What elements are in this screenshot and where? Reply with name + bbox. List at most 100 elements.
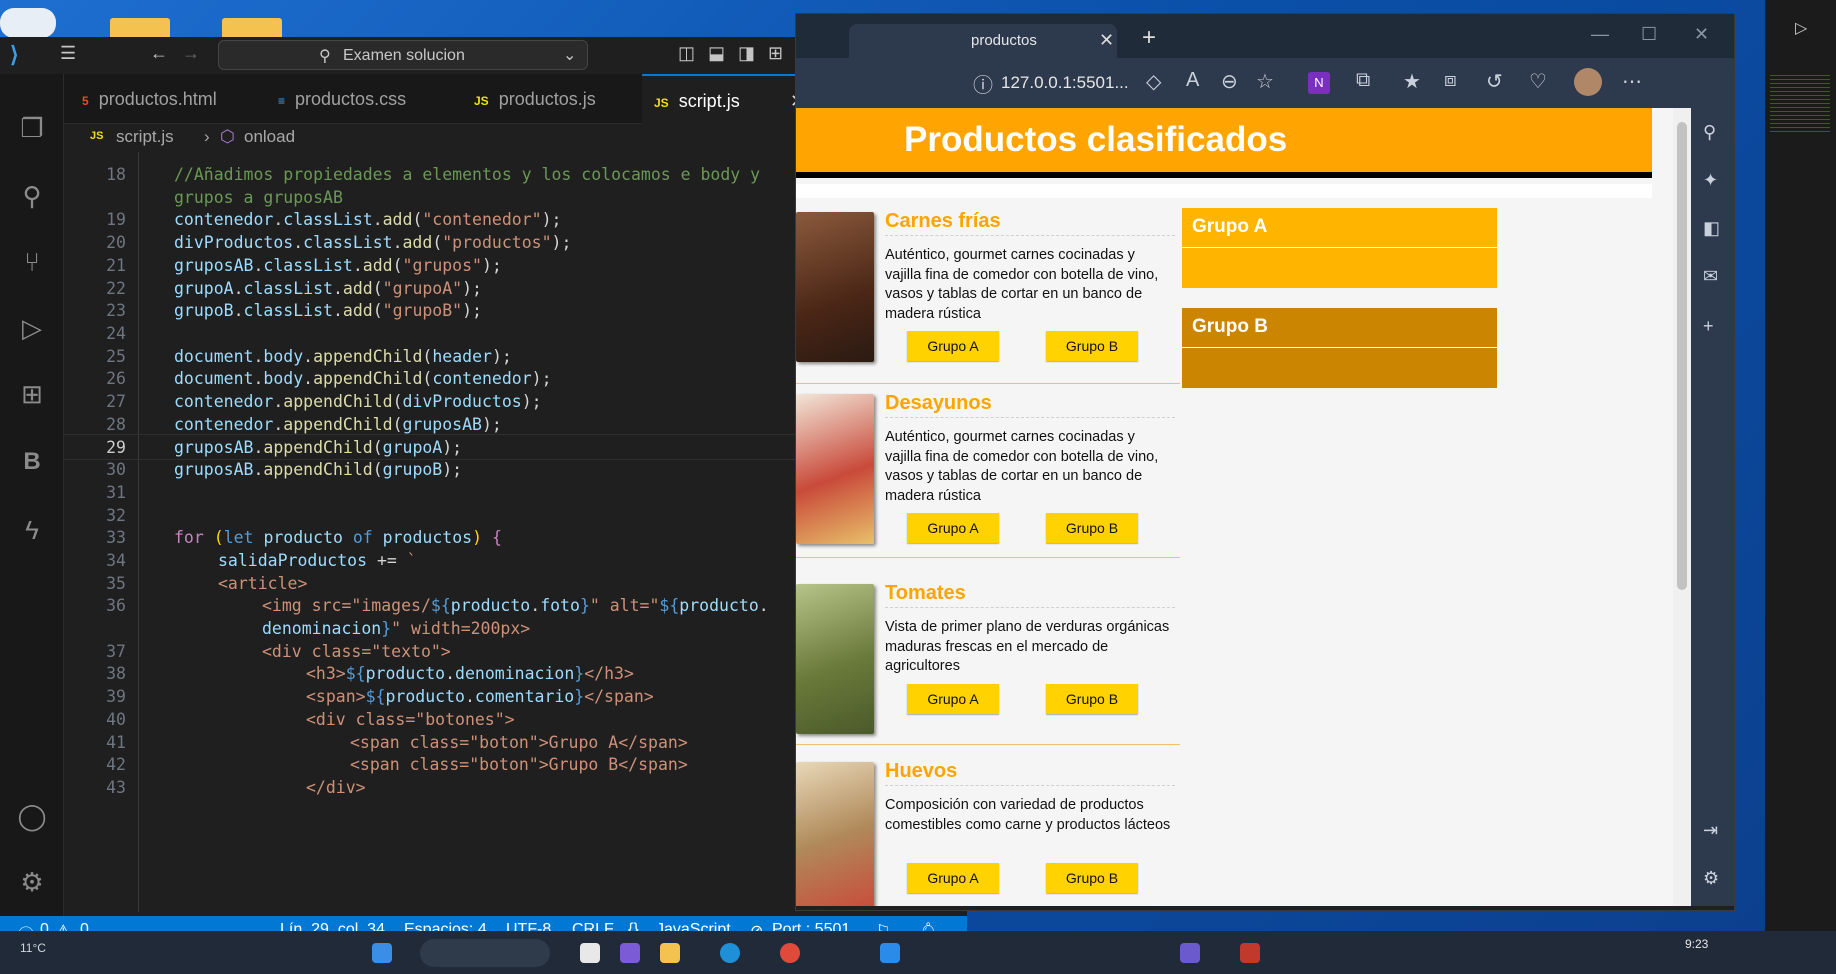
collections-icon[interactable]: ⧈ — [1444, 69, 1457, 92]
search-icon[interactable]: ⚲ — [1703, 122, 1716, 143]
outlook-icon[interactable]: ✉ — [1703, 266, 1718, 287]
copilot-icon[interactable]: ✦ — [1703, 170, 1718, 191]
office-icon[interactable]: ◧ — [1703, 218, 1720, 239]
breadcrumb-file[interactable]: script.js — [116, 127, 174, 147]
settings-gear-icon[interactable]: ⚙ — [14, 864, 50, 900]
product-description: Auténtico, gourmet carnes cocinadas y va… — [885, 247, 1159, 322]
vscode-taskbar-icon[interactable] — [880, 943, 900, 963]
search-icon[interactable]: ⚲ — [14, 178, 50, 214]
group-b-button[interactable]: Grupo B — [1046, 513, 1138, 543]
group-a-button[interactable]: Grupo A — [907, 863, 999, 893]
group-a-button[interactable]: Grupo A — [907, 684, 999, 714]
tag-icon[interactable]: ◇ — [1146, 69, 1161, 94]
scrollbar-thumb[interactable] — [1677, 122, 1687, 590]
code-token: "grupos" — [402, 255, 482, 275]
play-icon[interactable]: ▷ — [1795, 18, 1807, 37]
maximize-button[interactable]: ☐ — [1641, 24, 1657, 45]
extensions-icon[interactable]: ⧉ — [1356, 69, 1370, 92]
file-explorer-icon[interactable] — [660, 943, 680, 963]
add-sidebar-app-icon[interactable]: + — [1703, 316, 1714, 337]
app-icon[interactable] — [620, 943, 640, 963]
code-token: </span> — [584, 687, 654, 707]
code-token: grupoB — [382, 460, 443, 480]
explorer-icon[interactable]: ❐ — [14, 110, 50, 146]
favorites-icon[interactable]: ★ — [1403, 69, 1421, 94]
account-icon[interactable]: ◯ — [14, 798, 50, 834]
group-a-button[interactable]: Grupo A — [907, 331, 999, 361]
code-token: . — [332, 301, 343, 321]
tab-productos-js[interactable]: JS productos.js — [462, 74, 642, 124]
minimize-button[interactable]: — — [1591, 24, 1609, 45]
site-info-icon[interactable]: ⓘ — [973, 69, 993, 98]
recycle-bin-icon[interactable] — [0, 8, 56, 38]
back-arrow-icon[interactable]: ← — [150, 43, 168, 64]
toggle-panel-icon[interactable]: ⬓ — [708, 43, 725, 64]
product-title: Desayunos — [885, 392, 1175, 418]
weather-widget[interactable]: 11°C — [20, 941, 46, 955]
code-token: ( — [392, 392, 403, 411]
code-token: . — [392, 233, 403, 253]
hide-sidebar-icon[interactable]: ⇥ — [1703, 820, 1718, 841]
code-token: appendChild — [263, 460, 373, 480]
read-aloud-icon[interactable]: A — [1186, 69, 1199, 92]
new-tab-button[interactable]: + — [1142, 24, 1156, 52]
group-b-button[interactable]: Grupo B — [1046, 684, 1138, 714]
code-token: . — [464, 687, 475, 707]
edge-icon[interactable] — [720, 943, 740, 963]
tab-productos-css[interactable]: ≡ productos.css — [266, 74, 462, 124]
tab-script-js[interactable]: JSscript.js✕ — [642, 74, 820, 124]
product-article: Carnes frías Auténtico, gourmet carnes c… — [796, 210, 1180, 398]
taskbar-search[interactable] — [420, 939, 550, 967]
run-debug-icon[interactable]: ▷ — [14, 310, 50, 346]
product-description: Composición con variedad de productos co… — [885, 797, 1171, 833]
chevron-down-icon[interactable]: ⌄ — [563, 45, 576, 65]
code-token: . — [293, 233, 304, 253]
code-token: appendChild — [283, 414, 393, 434]
group-a-button[interactable]: Grupo A — [907, 513, 999, 543]
menu-icon[interactable]: ☰ — [60, 43, 76, 64]
onenote-icon[interactable]: N — [1308, 72, 1330, 94]
code-token: producto — [365, 664, 446, 684]
folder-icon[interactable] — [222, 18, 282, 38]
profile-avatar[interactable] — [1574, 68, 1602, 96]
task-view-icon[interactable] — [580, 943, 600, 963]
code-token: ` — [406, 550, 417, 570]
code-token: ( — [432, 233, 443, 253]
close-button[interactable]: ✕ — [1694, 24, 1709, 45]
more-options-icon[interactable]: ⋯ — [1622, 69, 1642, 94]
source-control-icon[interactable]: ⑂ — [14, 244, 50, 280]
customize-layout-icon[interactable]: ⊞ — [768, 43, 783, 64]
sidebar-settings-icon[interactable]: ⚙ — [1703, 868, 1719, 889]
command-center-search[interactable]: ⚲ Examen solucion ⌄ — [218, 40, 588, 70]
group-b-panel: Grupo B — [1182, 308, 1497, 388]
app-icon[interactable] — [1240, 943, 1260, 963]
app-icon[interactable] — [1180, 943, 1200, 963]
code-token: classList — [283, 210, 373, 230]
extensions-icon[interactable]: ⊞ — [14, 376, 50, 412]
browser-tab[interactable]: productos ✕ — [849, 24, 1117, 58]
toggle-sidebar-icon[interactable]: ◫ — [678, 43, 695, 64]
group-b-button[interactable]: Grupo B — [1046, 863, 1138, 893]
code-token: . — [303, 369, 314, 389]
zoom-out-icon[interactable]: ⊖ — [1221, 69, 1238, 94]
add-favorite-icon[interactable]: ☆ — [1256, 69, 1274, 94]
forward-arrow-icon[interactable]: → — [182, 43, 200, 64]
start-icon[interactable] — [372, 943, 392, 963]
close-tab-icon[interactable]: ✕ — [1099, 30, 1114, 51]
code-token: ${ — [430, 596, 451, 616]
folder-icon[interactable] — [110, 18, 170, 38]
clock[interactable]: 9:23 — [1685, 937, 1708, 951]
tab-productos-html[interactable]: 5 productos.html — [70, 74, 266, 124]
code-line[interactable]: 43 </div> — [64, 775, 894, 801]
page-scrollbar[interactable] — [1673, 108, 1691, 906]
code-token: producto — [679, 596, 759, 616]
bookmark-extension-icon[interactable]: B — [14, 444, 50, 480]
chrome-icon[interactable] — [780, 943, 800, 963]
group-b-button[interactable]: Grupo B — [1046, 331, 1138, 361]
history-icon[interactable]: ↺ — [1486, 69, 1503, 94]
toggle-secondary-sidebar-icon[interactable]: ◨ — [738, 43, 755, 64]
lightning-icon[interactable]: ϟ — [14, 512, 50, 548]
browser-essentials-icon[interactable]: ♡ — [1529, 69, 1547, 94]
code-token: grupoA — [174, 278, 234, 298]
breadcrumb-symbol[interactable]: onload — [244, 127, 295, 147]
